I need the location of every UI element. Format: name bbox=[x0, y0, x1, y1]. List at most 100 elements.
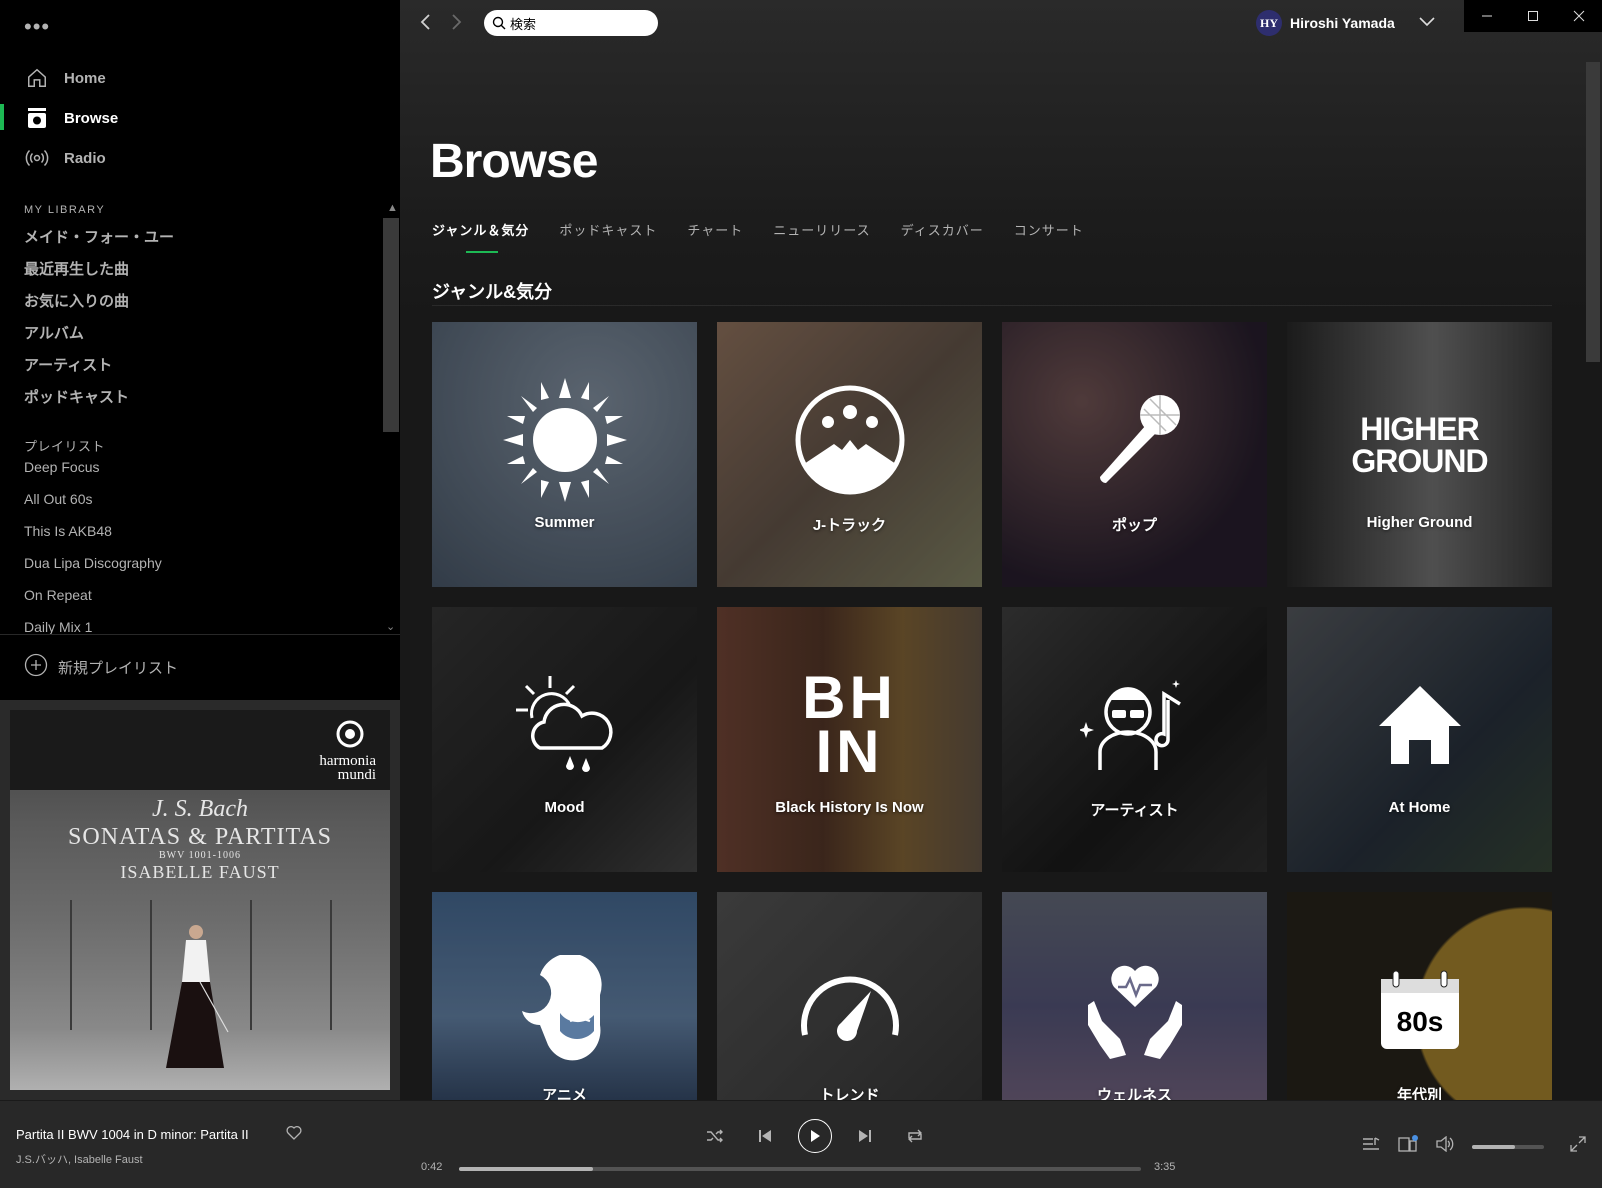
tile-label: Black History Is Now bbox=[775, 799, 924, 816]
genre-tile-anime[interactable]: アニメ bbox=[432, 892, 697, 1100]
scroll-down-icon[interactable]: ⌄ bbox=[386, 620, 395, 633]
house-icon bbox=[1287, 655, 1552, 795]
tile-label: ポップ bbox=[1111, 517, 1157, 534]
user-name: Hiroshi Yamada bbox=[1290, 15, 1395, 31]
next-button[interactable] bbox=[840, 1128, 890, 1144]
scroll-up-icon[interactable]: ▲ bbox=[387, 202, 398, 214]
plus-circle-icon bbox=[24, 653, 48, 682]
library-section-title: MY LIBRARY bbox=[24, 204, 106, 216]
genre-tile-wellness[interactable]: ウェルネス bbox=[1002, 892, 1267, 1100]
nav-item-home[interactable]: Home bbox=[0, 58, 400, 98]
album-cover-window-bar bbox=[150, 900, 152, 1040]
more-menu-icon[interactable]: ••• bbox=[24, 14, 50, 40]
volume-fill bbox=[1472, 1144, 1516, 1149]
library-item[interactable]: お気に入りの曲 bbox=[24, 290, 129, 311]
playlist-item[interactable]: Dua Lipa Discography bbox=[24, 555, 162, 571]
playlists-section-title: プレイリスト bbox=[24, 439, 106, 454]
logo-line: BH bbox=[802, 664, 897, 731]
playlist-item[interactable]: Daily Mix 1 bbox=[24, 619, 92, 635]
previous-button[interactable] bbox=[740, 1128, 790, 1144]
main-scrollbar[interactable] bbox=[1586, 62, 1600, 362]
maximize-icon bbox=[1528, 11, 1538, 21]
minimize-button[interactable] bbox=[1464, 0, 1510, 32]
queue-icon[interactable] bbox=[1362, 1136, 1380, 1157]
search-input[interactable] bbox=[510, 15, 650, 31]
tile-label: トレンド bbox=[819, 1087, 880, 1100]
browse-tabs: ジャンル＆気分 ポッドキャスト チャート ニューリリース ディスカバー コンサー… bbox=[432, 220, 1114, 253]
playlist-item[interactable]: All Out 60s bbox=[24, 491, 92, 507]
nav-item-label: Browse bbox=[64, 109, 119, 127]
volume-icon[interactable] bbox=[1436, 1135, 1454, 1157]
playback-controls bbox=[690, 1119, 940, 1153]
heart-icon[interactable] bbox=[286, 1125, 302, 1146]
tab-charts[interactable]: チャート bbox=[687, 220, 743, 247]
tab-genres-moods[interactable]: ジャンル＆気分 bbox=[432, 220, 529, 253]
genre-tile-j-track[interactable]: J-トラック bbox=[717, 322, 982, 587]
sun-icon bbox=[432, 370, 697, 510]
new-playlist-button[interactable]: 新規プレイリスト bbox=[24, 653, 179, 682]
genre-tile-trend[interactable]: トレンド bbox=[717, 892, 982, 1100]
genre-tile-decades[interactable]: 80s 年代別 bbox=[1287, 892, 1552, 1100]
artist-icon bbox=[1002, 655, 1267, 795]
progress-bar[interactable] bbox=[459, 1167, 1141, 1171]
genre-tile-at-home[interactable]: At Home bbox=[1287, 607, 1552, 872]
playlist-item[interactable]: This Is AKB48 bbox=[24, 523, 112, 539]
chevron-down-icon[interactable] bbox=[1419, 14, 1435, 32]
skip-forward-icon bbox=[859, 1130, 871, 1142]
mount-fuji-icon bbox=[717, 370, 982, 510]
nav-item-browse[interactable]: Browse bbox=[0, 98, 400, 138]
shuffle-button[interactable] bbox=[690, 1128, 740, 1144]
maximize-button[interactable] bbox=[1510, 0, 1556, 32]
playlist-item[interactable]: Deep Focus bbox=[24, 459, 99, 475]
track-title[interactable]: Partita II BWV 1004 in D minor: Partita … bbox=[16, 1127, 249, 1142]
search-icon bbox=[492, 16, 506, 30]
bhin-logo: BH IN bbox=[717, 655, 982, 795]
volume-slider[interactable] bbox=[1472, 1144, 1544, 1149]
library-item[interactable]: メイド・フォー・ユー bbox=[24, 226, 174, 247]
genre-tile-pop[interactable]: ポップ bbox=[1002, 322, 1267, 587]
tab-podcasts[interactable]: ポッドキャスト bbox=[559, 220, 657, 247]
forward-button[interactable] bbox=[450, 12, 464, 38]
album-composer: J. S. Bach bbox=[152, 796, 248, 822]
fullscreen-icon[interactable] bbox=[1570, 1136, 1586, 1157]
library-item[interactable]: アルバム bbox=[24, 322, 84, 343]
library-item[interactable]: ポッドキャスト bbox=[24, 386, 129, 407]
avatar: HY bbox=[1256, 10, 1282, 36]
nav-item-label: Home bbox=[64, 69, 106, 87]
user-menu[interactable]: HY Hiroshi Yamada bbox=[1256, 10, 1435, 36]
tab-discover[interactable]: ディスカバー bbox=[901, 220, 984, 247]
sidebar: ••• Home Browse Radio MY LIBRARY ▲ メイド・フ… bbox=[0, 0, 400, 1100]
close-button[interactable] bbox=[1556, 0, 1602, 32]
devices-icon[interactable] bbox=[1398, 1135, 1418, 1158]
new-playlist-label: 新規プレイリスト bbox=[58, 659, 179, 677]
album-art[interactable]: harmonia mundi J. S. Bach SONATAS & PART… bbox=[0, 700, 400, 1100]
play-button[interactable] bbox=[790, 1119, 840, 1153]
tile-label: J-トラック bbox=[812, 517, 887, 534]
genre-tile-artist[interactable]: アーティスト bbox=[1002, 607, 1267, 872]
progress-fill bbox=[459, 1167, 593, 1171]
genre-tile-mood[interactable]: Mood bbox=[432, 607, 697, 872]
album-performer: ISABELLE FAUST bbox=[120, 862, 280, 882]
shuffle-icon bbox=[707, 1129, 723, 1143]
tab-concerts[interactable]: コンサート bbox=[1014, 220, 1084, 247]
higher-ground-logo: HIGHER GROUND bbox=[1287, 370, 1552, 510]
nav-item-radio[interactable]: Radio bbox=[0, 138, 400, 178]
sidebar-scrollbar[interactable] bbox=[383, 218, 399, 432]
weather-icon bbox=[432, 655, 697, 795]
heart-hands-icon bbox=[1002, 940, 1267, 1080]
library-item[interactable]: 最近再生した曲 bbox=[24, 258, 129, 279]
tile-label: At Home bbox=[1388, 799, 1451, 816]
player-bar: Partita II BWV 1004 in D minor: Partita … bbox=[0, 1100, 1602, 1188]
close-icon bbox=[1573, 10, 1585, 22]
repeat-button[interactable] bbox=[890, 1128, 940, 1144]
search-box[interactable] bbox=[484, 10, 658, 36]
genre-tile-summer[interactable]: Summer bbox=[432, 322, 697, 587]
genre-tile-black-history-is-now[interactable]: BH IN Black History Is Now bbox=[717, 607, 982, 872]
playlist-item[interactable]: On Repeat bbox=[24, 587, 92, 603]
track-artist[interactable]: J.S.バッハ, Isabelle Faust bbox=[16, 1151, 143, 1167]
genre-tile-higher-ground[interactable]: HIGHER GROUND Higher Ground bbox=[1287, 322, 1552, 587]
back-button[interactable] bbox=[418, 12, 432, 38]
library-item[interactable]: アーティスト bbox=[24, 354, 112, 375]
tab-new-releases[interactable]: ニューリリース bbox=[773, 220, 870, 247]
extra-controls bbox=[1362, 1135, 1586, 1158]
